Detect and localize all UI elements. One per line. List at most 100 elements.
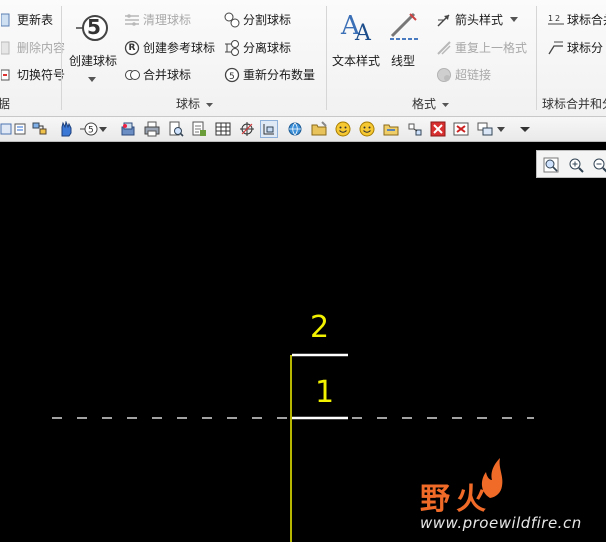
detach-balloon-icon (224, 39, 240, 56)
split-balloon-icon (224, 12, 240, 28)
balloon-merge-icon: 12 (548, 12, 564, 28)
update-table-label: 更新表 (17, 13, 54, 27)
split-balloon-label: 分割球标 (243, 13, 292, 27)
save-icon[interactable] (119, 120, 137, 138)
ribbon: 更新表 删除内容 切换符号 据 5 创建球标 清理球标 R 创建参考球标 合并球… (0, 0, 606, 117)
zoom-in-icon[interactable] (567, 156, 585, 174)
group-dropdown-icon (441, 103, 449, 107)
group-label-merge: 球标合并和分 (542, 97, 606, 111)
measure-icon[interactable] (238, 120, 256, 138)
hyperlink-label: 超链接 (455, 68, 492, 82)
balloon-split-label: 球标分 (567, 41, 604, 55)
balloon-number-top[interactable]: 2 (310, 310, 329, 345)
table-refresh-icon (0, 12, 14, 28)
arrow-style-label: 箭头样式 (455, 13, 504, 27)
arrow-style-dropdown-icon (510, 17, 519, 22)
create-ref-balloon-button[interactable]: R 创建参考球标 (124, 39, 215, 56)
svg-text:A: A (354, 21, 372, 42)
delete-content-button[interactable]: 删除内容 (0, 39, 65, 56)
create-ref-balloon-label: 创建参考球标 (143, 41, 216, 55)
print-preview-icon[interactable] (167, 120, 185, 138)
create-balloon-icon[interactable]: 5 (74, 10, 110, 46)
globe-icon[interactable] (286, 120, 304, 138)
svg-text:1: 1 (548, 14, 553, 23)
balloon-split-icon (548, 40, 564, 56)
create-balloon-label[interactable]: 创建球标 (66, 52, 120, 69)
text-style-icon[interactable]: AA (340, 10, 372, 46)
repeat-format-label: 重复上一格式 (455, 41, 528, 55)
ref-balloon-icon: R (124, 40, 140, 56)
delete-icon (0, 40, 14, 56)
redistribute-icon: 5 (224, 67, 240, 83)
balloon-icon[interactable]: 5 (80, 120, 98, 138)
close-red-icon[interactable] (429, 120, 447, 138)
redistribute-count-label: 重新分布数量 (243, 68, 316, 82)
svg-text:5: 5 (88, 126, 94, 136)
group-label-table: 据 (0, 97, 11, 111)
balloon-merge-label: 球标合并 (567, 13, 606, 27)
drawing-geometry (52, 353, 534, 542)
zoom-fit-icon[interactable] (542, 156, 560, 174)
toggle-symbol-icon (0, 67, 14, 83)
close-window-icon[interactable] (452, 120, 470, 138)
pan-icon[interactable] (56, 120, 74, 138)
merge-balloon-label: 合并球标 (143, 68, 192, 82)
hyperlink-icon (436, 67, 452, 83)
clean-balloon-label: 清理球标 (143, 13, 192, 27)
line-type-label[interactable]: 线型 (386, 52, 420, 69)
repeat-format-button[interactable]: 重复上一格式 (436, 39, 527, 56)
repeat-format-icon (436, 40, 452, 56)
folder-icon[interactable] (310, 120, 328, 138)
print-icon[interactable] (143, 120, 161, 138)
group-separator (326, 6, 327, 110)
group-label-balloon[interactable]: 球标 (176, 95, 213, 112)
text-style-label[interactable]: 文本样式 (330, 52, 382, 69)
detach-balloon-label: 分离球标 (243, 41, 292, 55)
group-label-format[interactable]: 格式 (412, 95, 449, 112)
layer-icon[interactable] (31, 120, 49, 138)
more-icon[interactable] (519, 120, 531, 138)
arrow-style-button[interactable]: 箭头样式 (436, 11, 519, 28)
ref-badge: R (128, 42, 136, 53)
line-type-icon[interactable] (388, 10, 420, 42)
svg-text:5: 5 (229, 72, 235, 82)
clean-balloon-button[interactable]: 清理球标 (124, 11, 191, 28)
quick-toolbar: 5 (0, 117, 606, 142)
balloon-icon-number: 5 (87, 15, 101, 39)
grid-icon[interactable] (260, 120, 278, 138)
watermark-url: www.proewildfire.cn (420, 514, 582, 532)
smiley2-icon[interactable] (358, 120, 376, 138)
repaint-icon[interactable] (11, 120, 29, 138)
dropdown-arrow[interactable] (496, 120, 506, 138)
create-balloon-dropdown[interactable] (88, 71, 96, 85)
svg-text:2: 2 (555, 14, 560, 23)
group-dropdown-icon (205, 103, 213, 107)
table-icon[interactable] (214, 120, 232, 138)
delete-content-label: 删除内容 (17, 41, 66, 55)
hyperlink-button[interactable]: 超链接 (436, 66, 491, 83)
update-table-button[interactable]: 更新表 (0, 11, 53, 28)
split-balloon-button[interactable]: 分割球标 (224, 11, 291, 28)
toggle-symbol-label: 切换符号 (17, 68, 66, 82)
watermark-title: 野火 (420, 482, 492, 517)
detach-balloon-button[interactable]: 分离球标 (224, 39, 291, 56)
dropdown-arrow[interactable] (98, 120, 108, 138)
page-setup-icon[interactable] (190, 120, 208, 138)
drawing-canvas[interactable]: 2 1 野火 www.proewildfire.cn (0, 142, 606, 542)
window-icon[interactable] (476, 120, 494, 138)
open-icon[interactable] (382, 120, 400, 138)
balloon-split-button[interactable]: 球标分 (548, 39, 603, 56)
redistribute-count-button[interactable]: 5 重新分布数量 (224, 66, 315, 83)
group-separator (61, 6, 62, 110)
smiley-icon[interactable] (334, 120, 352, 138)
zoom-out-icon[interactable] (591, 156, 606, 174)
toggle-symbol-button[interactable]: 切换符号 (0, 66, 65, 83)
balloon-merge-button[interactable]: 12 球标合并 (548, 11, 606, 28)
zoom-toolbar (536, 150, 606, 178)
balloon-number-bottom[interactable]: 1 (315, 375, 334, 410)
move-icon[interactable] (406, 120, 424, 138)
merge-balloon-button[interactable]: 合并球标 (124, 66, 191, 83)
group-separator (536, 6, 537, 110)
arrow-style-icon (436, 12, 452, 28)
merge-balloon-icon (124, 67, 140, 83)
